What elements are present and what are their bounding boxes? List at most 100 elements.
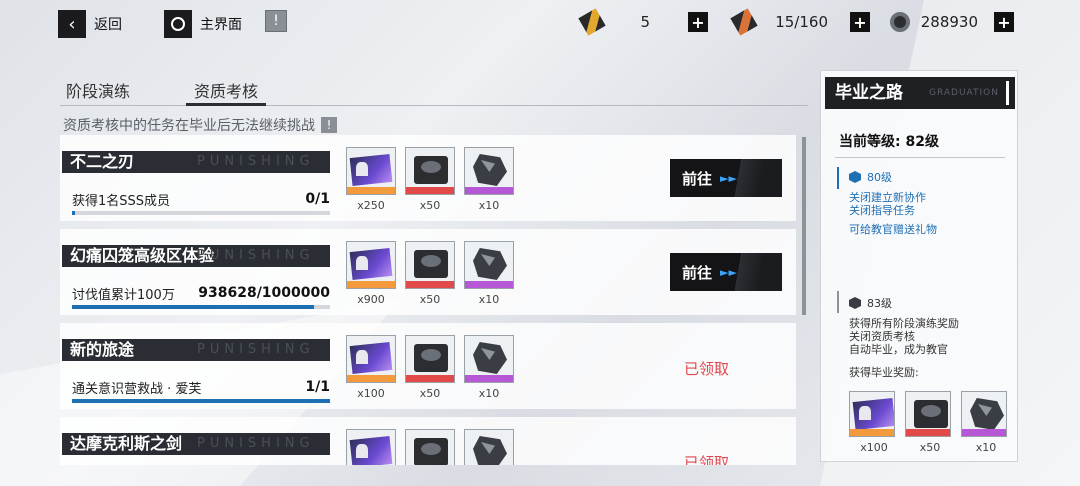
goto-button[interactable]: 前往 ►►	[670, 253, 782, 291]
rock-reward-icon	[464, 429, 514, 465]
milestone-line: 自动毕业，成为教官	[849, 343, 948, 356]
reward-item-chip[interactable]	[405, 429, 455, 465]
notice-text: 资质考核中的任务在毕业后无法继续挑战	[63, 118, 315, 134]
milestone-line: 可给教官赠送礼物	[849, 223, 937, 236]
reward-item-rock[interactable]: x10	[464, 147, 514, 212]
resource-value: 15/160	[775, 13, 828, 31]
chevron-left-icon: ‹	[58, 10, 86, 38]
scrollbar[interactable]	[802, 137, 806, 315]
reward-quantity: x10	[975, 441, 997, 454]
current-level: 当前等级: 82级	[839, 134, 939, 150]
task-title-text: 新的旅途	[70, 340, 135, 359]
progress-bar	[72, 211, 330, 215]
task-card: 新的旅途 PUNISHING 通关意识营救战 · 爱芙 1/1 x100 x50 x10 已领…	[60, 323, 796, 409]
reward-item-card[interactable]	[346, 429, 396, 465]
coin-icon	[890, 12, 910, 32]
panel-subtitle: GRADUATION	[929, 88, 999, 98]
milestone-83: 83级 获得所有阶段演练奖励 关闭资质考核 自动毕业，成为教官 获得毕业奖励:	[849, 295, 959, 379]
reward-item-chip[interactable]: x50	[405, 335, 455, 400]
milestone-indicator	[837, 167, 839, 189]
reward-item-rock[interactable]	[464, 429, 514, 465]
milestone-line: 关闭资质考核	[849, 330, 915, 343]
top-bar: ‹ 返回 主界面 ! 5 + 15/160 + 288930 +	[0, 0, 1080, 48]
card-reward-icon	[346, 429, 396, 465]
card-reward-icon	[849, 391, 895, 437]
reward-item-chip[interactable]: x50	[405, 241, 455, 306]
resource-value: 288930	[920, 13, 978, 31]
tab-stage-practice[interactable]: 阶段演练	[66, 78, 130, 106]
task-description: 讨伐值累计100万	[72, 288, 175, 303]
title-watermark: PUNISHING	[197, 436, 315, 451]
chip-reward-icon	[405, 335, 455, 383]
graduation-rewards: x100 x50 x10	[849, 391, 1011, 454]
notice: 资质考核中的任务在毕业后无法继续挑战 !	[63, 115, 337, 135]
reward-quantity: x50	[419, 199, 441, 212]
home-button[interactable]: 主界面	[164, 10, 242, 38]
add-coin-button[interactable]: +	[994, 12, 1014, 32]
graduation-panel: 毕业之路 GRADUATION 当前等级: 82级 80级 关闭建立新协作 关闭…	[820, 70, 1018, 462]
milestone-level: 80级	[867, 171, 892, 184]
reward-item-rock[interactable]: x10	[464, 241, 514, 306]
reward-item-chip[interactable]: x50	[405, 147, 455, 212]
goto-label: 前往	[682, 169, 713, 188]
rock-reward-icon	[464, 335, 514, 383]
card-reward-icon	[346, 147, 396, 195]
milestone-line: 获得所有阶段演练奖励	[849, 317, 959, 330]
header-accent	[1006, 81, 1009, 105]
progress-fill	[72, 305, 315, 309]
task-description: 获得1名SSS成员	[72, 194, 171, 209]
hexagon-icon	[849, 297, 861, 309]
rock-reward-icon	[961, 391, 1007, 437]
info-icon[interactable]: !	[265, 10, 287, 32]
panel-title: 毕业之路	[835, 83, 903, 103]
back-button[interactable]: ‹ 返回	[58, 10, 122, 38]
progress-bar	[72, 305, 330, 309]
back-label: 返回	[94, 17, 122, 33]
add-blackcard-button[interactable]: +	[850, 12, 870, 32]
reward-quantity: x100	[357, 387, 385, 400]
info-icon[interactable]: !	[321, 117, 337, 133]
task-title: 不二之刃 PUNISHING	[62, 151, 330, 173]
reward-item-rock[interactable]: x10	[961, 391, 1011, 454]
tab-bar: 阶段演练 资质考核	[60, 76, 808, 106]
title-watermark: PUNISHING	[197, 154, 315, 169]
goto-button[interactable]: 前往 ►►	[670, 159, 782, 197]
milestone-line: 获得毕业奖励:	[849, 366, 919, 379]
reward-item-rock[interactable]: x10	[464, 335, 514, 400]
task-card: 达摩克利斯之剑 PUNISHING 已领取	[60, 417, 796, 465]
reward-item-card[interactable]: x100	[346, 335, 396, 400]
chip-reward-icon	[405, 241, 455, 289]
milestone-80: 80级 关闭建立新协作 关闭指导任务 可给教官赠送礼物	[849, 169, 937, 236]
reward-item-chip[interactable]: x50	[905, 391, 955, 454]
progress-fill	[72, 399, 330, 403]
milestone-indicator	[837, 291, 839, 313]
double-arrow-icon: ►►	[720, 265, 737, 279]
double-arrow-icon: ►►	[720, 171, 737, 185]
title-watermark: PUNISHING	[197, 342, 315, 357]
tab-qualification[interactable]: 资质考核	[186, 78, 267, 106]
claimed-status: 已领取	[684, 454, 730, 465]
card-reward-icon	[346, 241, 396, 289]
task-title: 达摩克利斯之剑 PUNISHING	[62, 433, 330, 455]
reward-quantity: x10	[478, 293, 500, 306]
chip-reward-icon	[405, 429, 455, 465]
title-watermark: PUNISHING	[197, 248, 315, 263]
resource-blackcard: 15/160 +	[730, 8, 870, 36]
add-stamina-button[interactable]: +	[688, 12, 708, 32]
rock-reward-icon	[464, 147, 514, 195]
claimed-status: 已领取	[684, 360, 730, 378]
task-list[interactable]: 不二之刃 PUNISHING 获得1名SSS成员 0/1 x250 x50 x10 前往 ►► 幻…	[60, 135, 808, 465]
goto-label: 前往	[682, 263, 713, 282]
rock-reward-icon	[464, 241, 514, 289]
milestone-line: 关闭指导任务	[849, 204, 915, 217]
reward-item-card[interactable]: x900	[346, 241, 396, 306]
reward-item-card[interactable]: x250	[346, 147, 396, 212]
reward-item-card[interactable]: x100	[849, 391, 899, 454]
chip-reward-icon	[905, 391, 951, 437]
reward-quantity: x100	[860, 441, 888, 454]
progress-bar	[72, 399, 330, 403]
task-progress: 0/1	[305, 191, 330, 207]
panel-header: 毕业之路 GRADUATION	[825, 77, 1015, 109]
divider	[835, 157, 1005, 158]
reward-quantity: x50	[419, 293, 441, 306]
